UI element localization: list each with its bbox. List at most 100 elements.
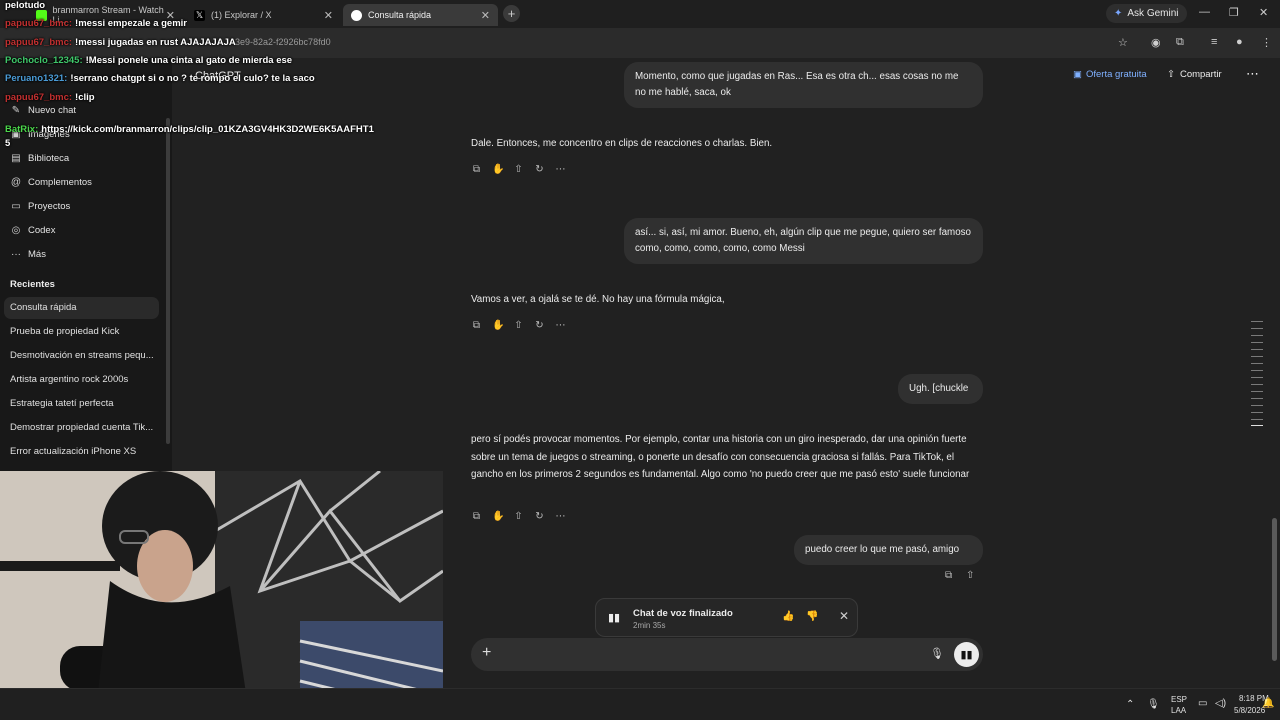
new-tab-button[interactable]: + (503, 5, 520, 22)
more-icon[interactable]: ⋯ (555, 511, 566, 522)
keyboard-language[interactable]: ESP (1171, 695, 1187, 704)
copy-icon[interactable]: ⧉ (945, 570, 952, 581)
minimap-tick[interactable] (1251, 342, 1263, 343)
main-scrollbar[interactable] (1272, 518, 1277, 661)
share-icon: ⇧ (1167, 69, 1175, 80)
copy-icon[interactable]: ⧉ (471, 511, 482, 522)
message-actions: ⧉ ✋ ⇧ ↻ ⋯ (471, 164, 566, 175)
recent-chat-item[interactable]: Consulta rápida (10, 302, 77, 313)
x-favicon-icon: 𝕏 (194, 9, 205, 21)
sidebar-scrollbar[interactable] (166, 118, 170, 444)
sidebar-item-nuevo-chat[interactable]: ✎ Nuevo chat (10, 102, 76, 118)
stream-chat-line: papuu67_bmc: !messi empezale a gemir (5, 18, 187, 29)
feedback-icon[interactable]: ✋ (492, 320, 504, 331)
minimap-tick[interactable] (1251, 398, 1263, 399)
copy-icon[interactable]: ⧉ (471, 164, 482, 175)
message-actions: ⧉ ✋ ⇧ ↻ ⋯ (471, 511, 566, 522)
close-tab-icon[interactable]: ✕ (481, 9, 490, 22)
recent-chat-item[interactable]: Prueba de propiedad Kick (10, 326, 119, 337)
more-options-icon[interactable]: ⋯ (1246, 66, 1259, 82)
free-offer-button[interactable]: ▣ Oferta gratuita (1073, 69, 1147, 80)
minimap-tick[interactable] (1251, 425, 1263, 426)
user-message: así... si, así, mi amor. Bueno, eh, algú… (624, 218, 983, 264)
recent-chat-item[interactable]: Desmotivación en streams pequ... (10, 350, 154, 361)
add-attachment-icon[interactable]: + (482, 644, 491, 662)
share-icon[interactable]: ⇧ (513, 320, 524, 331)
user-message: Momento, como que jugadas en Ras... Esa … (624, 62, 983, 108)
minimap-tick[interactable] (1251, 370, 1263, 371)
minimap-tick[interactable] (1251, 335, 1263, 336)
tray-chevron-icon[interactable]: ⌃ (1126, 699, 1134, 710)
share-button[interactable]: ⇧ Compartir (1167, 69, 1222, 80)
sidebar-item-biblioteca[interactable]: ▤ Biblioteca (10, 150, 69, 166)
recent-chat-item[interactable]: Estrategia tatetí perfecta (10, 398, 114, 409)
minimap-tick[interactable] (1251, 363, 1263, 364)
share-icon[interactable]: ⇧ (513, 511, 524, 522)
minimap-tick[interactable] (1251, 328, 1263, 329)
recent-chat-item[interactable]: Error actualización iPhone XS (10, 446, 136, 457)
media-icon[interactable]: ≡ (1211, 36, 1217, 48)
microphone-icon[interactable]: 🎙 (930, 647, 944, 660)
tab-x-explorar[interactable]: 𝕏 (1) Explorar / X ✕ (186, 4, 341, 26)
minimap-tick[interactable] (1251, 391, 1263, 392)
puzzle-icon[interactable]: ⧉ (1176, 36, 1184, 49)
volume-icon[interactable]: ◁) (1215, 698, 1226, 709)
user-message: Ugh. [chuckle (898, 374, 983, 404)
browser-menu-icon[interactable]: ⋮ (1261, 36, 1272, 49)
minimap-tick[interactable] (1251, 384, 1263, 385)
stream-chat-line: papuu67_bmc: !messi jugadas en rust AJAJA… (5, 37, 236, 48)
thumbs-down-icon[interactable]: 👎 (806, 611, 818, 622)
minimap-tick[interactable] (1251, 405, 1263, 406)
minimap-tick[interactable] (1251, 377, 1263, 378)
tray-mic-icon[interactable]: 🎙 (1147, 699, 1160, 710)
sidebar-item-complementos[interactable]: @ Complementos (10, 174, 92, 190)
keyboard-layout[interactable]: LAA (1171, 706, 1186, 715)
regenerate-icon[interactable]: ↻ (534, 164, 545, 175)
stream-chat-line: Peruano1321: !serrano chatgpt si o no ? t… (5, 73, 315, 84)
clock-date[interactable]: 5/8/2026 (1234, 706, 1265, 715)
stream-chat-line: papuu67_bmc: !clip (5, 92, 95, 103)
sidebar (0, 58, 172, 471)
plugins-icon: @ (10, 176, 22, 188)
more-icon[interactable]: ⋯ (555, 320, 566, 331)
bookmark-star-icon[interactable]: ☆ (1118, 36, 1128, 49)
regenerate-icon[interactable]: ↻ (534, 320, 545, 331)
regenerate-icon[interactable]: ↻ (534, 511, 545, 522)
minimap-tick[interactable] (1251, 349, 1263, 350)
voice-mode-button[interactable]: ▮▮ (954, 642, 979, 667)
network-icon[interactable]: ▭ (1198, 698, 1207, 709)
tab-consulta-rapida[interactable]: Consulta rápida ✕ (343, 4, 498, 26)
url-text[interactable]: 3e9-82a2-f2926bc78fd0 (235, 37, 331, 47)
user-message: puedo creer lo que me pasó, amigo (794, 535, 983, 565)
feedback-icon[interactable]: ✋ (492, 511, 504, 522)
ask-gemini-button[interactable]: ✦ Ask Gemini (1106, 4, 1187, 23)
profile-avatar[interactable]: ● (1236, 36, 1243, 48)
feedback-icon[interactable]: ✋ (492, 164, 504, 175)
share-icon[interactable]: ⇧ (513, 164, 524, 175)
maximize-icon[interactable]: ❐ (1229, 6, 1239, 19)
more-icon[interactable]: ⋯ (555, 164, 566, 175)
sidebar-item-proyectos[interactable]: ▭ Proyectos (10, 198, 70, 214)
close-window-icon[interactable]: ✕ (1259, 6, 1268, 19)
minimap-tick[interactable] (1251, 412, 1263, 413)
copy-icon[interactable]: ⧉ (471, 320, 482, 331)
gemini-sparkle-icon: ✦ (1114, 8, 1123, 19)
assistant-message: Dale. Entonces, me concentro en clips de… (471, 138, 773, 149)
recent-chat-item[interactable]: Artista argentino rock 2000s (10, 374, 128, 385)
thumbs-up-icon[interactable]: 👍 (782, 611, 794, 622)
webcam-overlay (0, 471, 443, 720)
notification-bell-icon[interactable]: 🔔 (1262, 698, 1274, 709)
message-composer[interactable]: + 🎙 ▮▮ (471, 638, 983, 671)
minimap-tick[interactable] (1251, 321, 1263, 322)
share-icon[interactable]: ⇧ (966, 570, 974, 581)
folder-icon: ▭ (11, 200, 21, 212)
extension-icon[interactable]: ◉ (1151, 36, 1161, 49)
minimap-tick[interactable] (1251, 419, 1263, 420)
sidebar-item-codex[interactable]: ◎ Codex (10, 222, 56, 238)
minimap-tick[interactable] (1251, 356, 1263, 357)
sidebar-item-mas[interactable]: ··· Más (10, 246, 46, 262)
recent-chat-item[interactable]: Demostrar propiedad cuenta Tik... (10, 422, 153, 433)
minimize-icon[interactable]: — (1199, 6, 1210, 18)
close-tab-icon[interactable]: ✕ (324, 9, 333, 22)
close-icon[interactable]: ✕ (839, 609, 849, 623)
